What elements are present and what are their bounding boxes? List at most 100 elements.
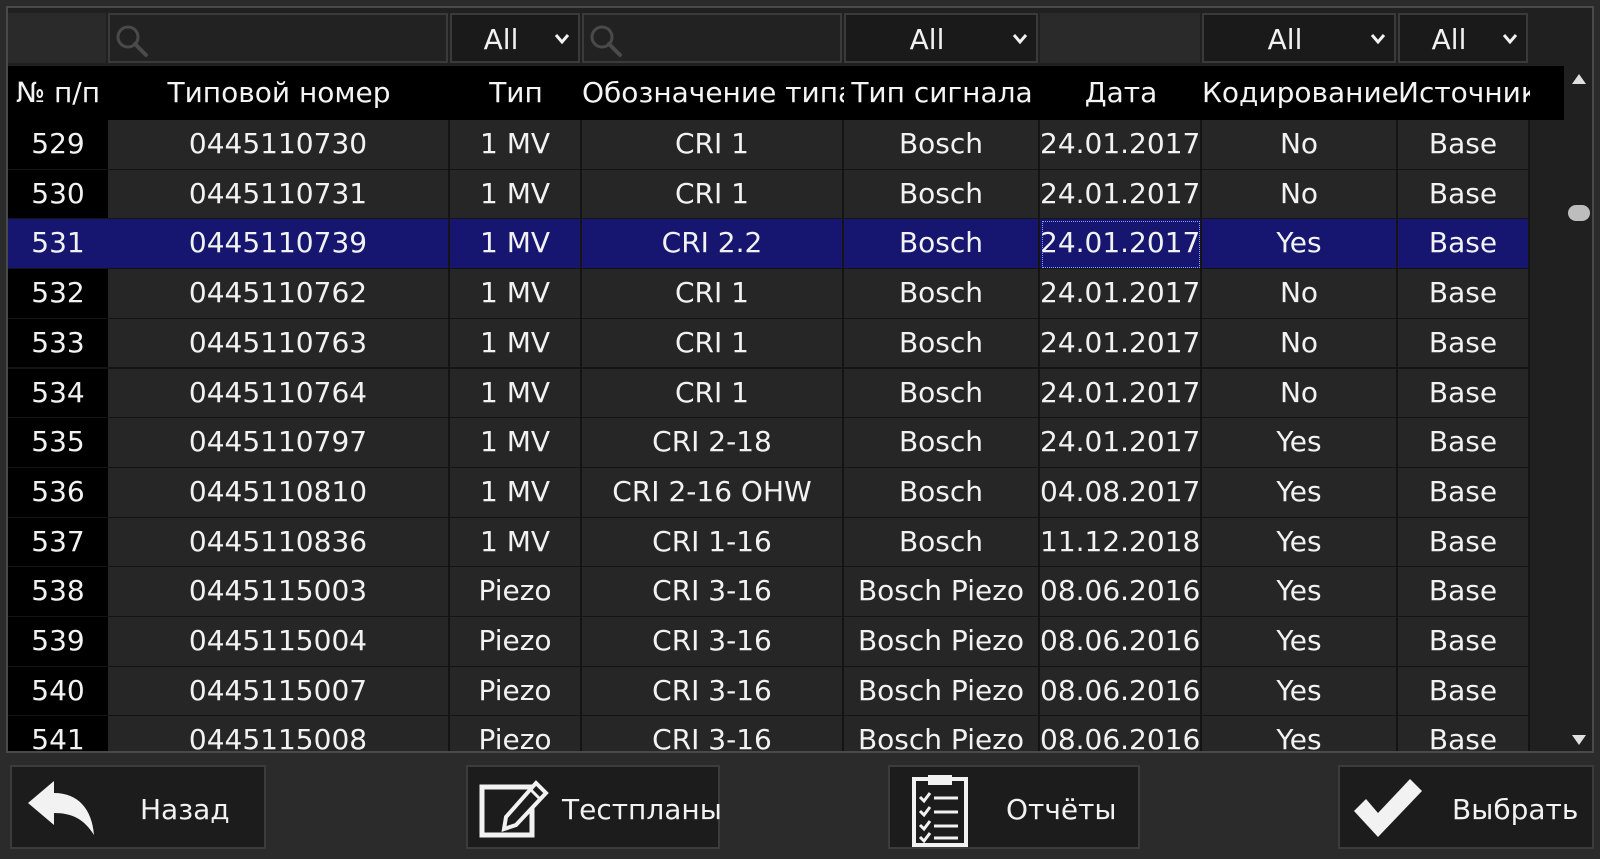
source-filter-select[interactable]: All: [1398, 13, 1528, 63]
cell-type-designation: CRI 1-16: [582, 517, 844, 569]
cell-type: 1 MV: [450, 467, 582, 519]
type-designation-search-input[interactable]: [626, 19, 836, 57]
scroll-down-arrow-icon[interactable]: [1571, 733, 1587, 747]
table-row[interactable]: 540 0445115007 Piezo CRI 3-16 Bosch Piezo 08.…: [8, 666, 1564, 718]
filter-spacer: [8, 13, 106, 63]
edit-document-icon: [479, 780, 549, 838]
cell-source: Base: [1398, 617, 1530, 668]
scrollbar-thumb[interactable]: [1568, 204, 1590, 221]
cell-type-designation: CRI 3-16: [582, 666, 844, 718]
column-header-index[interactable]: № п/п: [8, 66, 108, 120]
cell-type-designation: CRI 2.2: [582, 219, 844, 271]
checkmark-icon: [1354, 779, 1422, 837]
cell-signal-type: Bosch Piezo: [844, 666, 1040, 718]
cell-type-designation: CRI 3-16: [582, 617, 844, 668]
table-row[interactable]: 532 0445110762 1 MV CRI 1 Bosch 24.01.2017 No B…: [8, 269, 1564, 320]
cell-coding: Yes: [1202, 617, 1398, 668]
table-row[interactable]: 537 0445110836 1 MV CRI 1-16 Bosch 11.12.2018…: [8, 517, 1564, 569]
cell-source: Base: [1398, 467, 1530, 519]
cell-date: 08.06.2016: [1040, 716, 1202, 751]
cell-source: Base: [1398, 517, 1530, 569]
chevron-down-icon: [554, 34, 570, 45]
cell-type-number: 0445110764: [108, 368, 450, 420]
cell-signal-type: Bosch: [844, 368, 1040, 420]
table-row[interactable]: 541 0445115008 Piezo CRI 3-16 Bosch Piezo 08.…: [8, 716, 1564, 751]
cell-index: 535: [8, 418, 108, 469]
cell-source: Base: [1398, 318, 1530, 370]
cell-type-number: 0445115003: [108, 567, 450, 618]
cell-type-number: 0445110730: [108, 120, 450, 171]
table-row[interactable]: 529 0445110730 1 MV CRI 1 Bosch 24.01.2017 No B…: [8, 120, 1564, 171]
cell-coding: Yes: [1202, 219, 1398, 271]
cell-coding: Yes: [1202, 467, 1398, 519]
cell-date: 24.01.2017: [1040, 169, 1202, 221]
cell-date: 24.01.2017: [1040, 120, 1202, 171]
column-header-date[interactable]: Дата: [1040, 66, 1202, 120]
column-header-coding[interactable]: Кодирование: [1202, 66, 1398, 120]
column-header-type-number[interactable]: Типовой номер: [108, 66, 450, 120]
type-number-search[interactable]: [108, 13, 448, 63]
testplans-button[interactable]: Тестпланы: [466, 765, 722, 849]
bottom-toolbar: Назад Тестпланы Отчёты Выбрать: [0, 753, 1600, 859]
cell-signal-type: Bosch: [844, 418, 1040, 469]
type-designation-search[interactable]: [582, 13, 842, 63]
source-filter-value: All: [1431, 23, 1467, 56]
cell-signal-type: Bosch: [844, 269, 1040, 320]
cell-index: 539: [8, 617, 108, 668]
type-filter-select[interactable]: All: [450, 13, 580, 63]
cell-type-designation: CRI 1: [582, 169, 844, 221]
cell-type: Piezo: [450, 617, 582, 668]
filter-row: All All All All: [8, 8, 1564, 66]
cell-type: Piezo: [450, 716, 582, 751]
cell-date: 24.01.2017: [1040, 219, 1202, 271]
table-row[interactable]: 535 0445110797 1 MV CRI 2-18 Bosch 24.01.2017…: [8, 418, 1564, 469]
cell-index: 541: [8, 716, 108, 751]
cell-type-designation: CRI 1: [582, 120, 844, 171]
table-row[interactable]: 531 0445110739 1 MV CRI 2.2 Bosch 24.01.2017 Y…: [8, 219, 1564, 271]
cell-date: 08.06.2016: [1040, 666, 1202, 718]
cell-type-number: 0445110739: [108, 219, 450, 271]
cell-index: 533: [8, 318, 108, 370]
cell-type-designation: CRI 3-16: [582, 567, 844, 618]
signal-type-filter-select[interactable]: All: [844, 13, 1038, 63]
table-row[interactable]: 539 0445115004 Piezo CRI 3-16 Bosch Piezo 08.…: [8, 617, 1564, 668]
cell-index: 538: [8, 567, 108, 618]
cell-source: Base: [1398, 269, 1530, 320]
cell-date: 24.01.2017: [1040, 418, 1202, 469]
column-header-source[interactable]: Источник: [1398, 66, 1530, 120]
table-row[interactable]: 533 0445110763 1 MV CRI 1 Bosch 24.01.2017 No B…: [8, 318, 1564, 370]
table-row[interactable]: 530 0445110731 1 MV CRI 1 Bosch 24.01.2017 No B…: [8, 169, 1564, 221]
cell-type: 1 MV: [450, 368, 582, 420]
cell-type: 1 MV: [450, 318, 582, 370]
scroll-up-arrow-icon[interactable]: [1571, 72, 1587, 86]
cell-type: 1 MV: [450, 120, 582, 171]
testplans-button-label: Тестпланы: [562, 793, 722, 826]
signal-type-filter-value: All: [909, 23, 945, 56]
cell-signal-type: Bosch: [844, 517, 1040, 569]
table-row[interactable]: 536 0445110810 1 MV CRI 2-16 OHW Bosch 04.08.…: [8, 467, 1564, 519]
column-header-type-designation[interactable]: Обозначение типа: [582, 66, 844, 120]
cell-coding: No: [1202, 368, 1398, 420]
cell-source: Base: [1398, 716, 1530, 751]
cell-index: 530: [8, 169, 108, 221]
cell-index: 531: [8, 219, 108, 271]
table-row[interactable]: 538 0445115003 Piezo CRI 3-16 Bosch Piezo 08.…: [8, 567, 1564, 618]
cell-type-designation: CRI 2-16 OHW: [582, 467, 844, 519]
cell-source: Base: [1398, 169, 1530, 221]
table-row[interactable]: 534 0445110764 1 MV CRI 1 Bosch 24.01.2017 No B…: [8, 368, 1564, 420]
vertical-scrollbar[interactable]: [1564, 66, 1592, 751]
cell-signal-type: Bosch: [844, 318, 1040, 370]
cell-index: 532: [8, 269, 108, 320]
column-header-signal-type[interactable]: Тип сигнала: [844, 66, 1040, 120]
column-header-type[interactable]: Тип: [450, 66, 582, 120]
cell-type-number: 0445110762: [108, 269, 450, 320]
back-button[interactable]: Назад: [10, 765, 266, 849]
coding-filter-select[interactable]: All: [1202, 13, 1396, 63]
select-button[interactable]: Выбрать: [1338, 765, 1594, 849]
cell-coding: Yes: [1202, 567, 1398, 618]
back-button-label: Назад: [140, 793, 230, 826]
reports-button[interactable]: Отчёты: [888, 765, 1140, 849]
type-number-search-input[interactable]: [152, 19, 442, 57]
cell-coding: No: [1202, 269, 1398, 320]
type-filter-value: All: [483, 23, 519, 56]
